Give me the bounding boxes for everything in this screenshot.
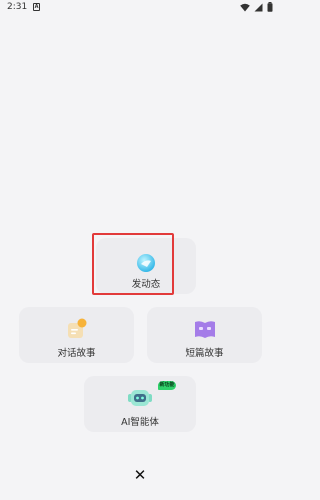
short-story-label: 短篇故事 — [185, 348, 224, 359]
short-story-card[interactable]: 短篇故事 — [147, 307, 262, 363]
dialogue-story-card[interactable]: 对话故事 — [19, 307, 134, 363]
short-story-icon — [194, 321, 215, 338]
ai-agent-card[interactable]: AI智能体 — [84, 376, 196, 432]
signal-icon — [254, 3, 263, 11]
ai-agent-label: AI智能体 — [121, 417, 159, 428]
battery-icon — [267, 2, 273, 12]
dialogue-story-icon — [67, 318, 86, 338]
notification-icon: A — [33, 3, 40, 11]
post-card[interactable]: 发动态 — [96, 238, 196, 294]
status-bar: 2:31 A — [0, 0, 281, 16]
status-time: 2:31 — [7, 2, 28, 12]
robot-icon — [128, 390, 152, 406]
post-icon — [137, 254, 155, 272]
close-button[interactable]: ✕ — [131, 466, 149, 484]
new-feature-badge: 新功能 — [158, 381, 176, 390]
post-label: 发动态 — [131, 279, 161, 290]
close-icon: ✕ — [133, 466, 147, 484]
dialogue-story-label: 对话故事 — [57, 348, 96, 359]
status-indicators — [240, 2, 273, 12]
wifi-icon — [240, 3, 250, 11]
